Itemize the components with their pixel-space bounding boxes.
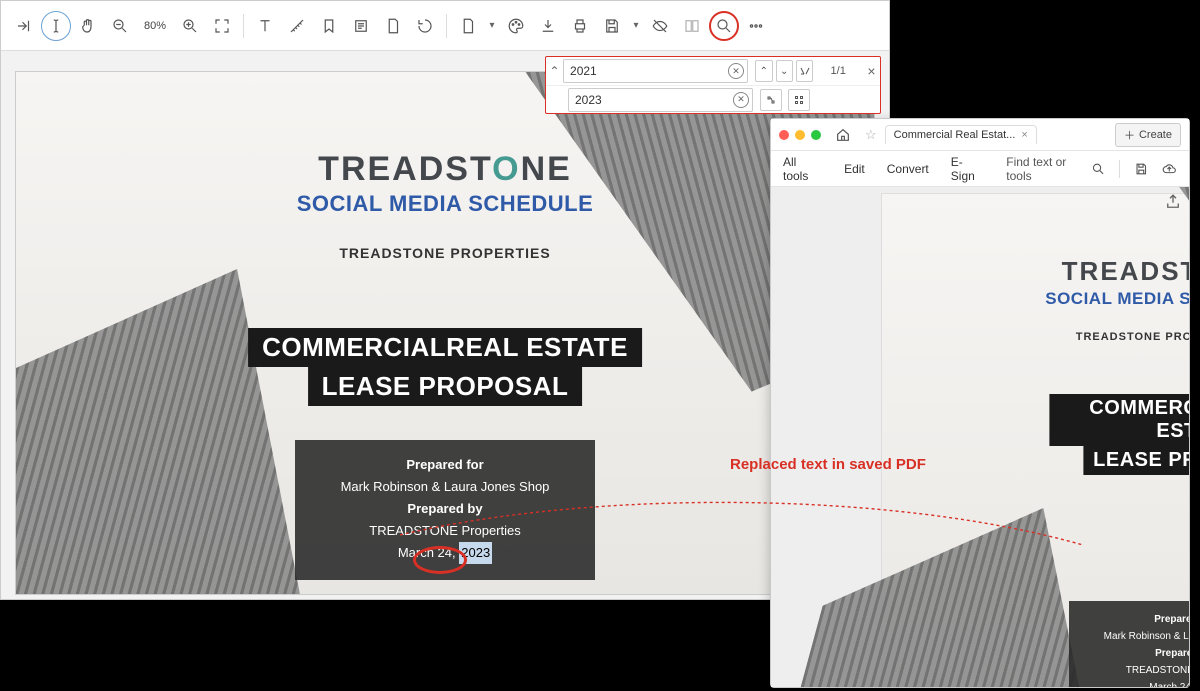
info-box: Prepared for Mark Robinson & Laura Jones… (295, 440, 595, 580)
company-name: TREADSTONE PROPERTIES (1045, 331, 1189, 343)
replace-one-icon[interactable] (760, 89, 782, 111)
fit-page-icon[interactable] (207, 11, 237, 41)
zoom-in-icon[interactable] (175, 11, 205, 41)
settings-icon[interactable] (796, 60, 813, 82)
headline-line-1: COMMERCIALREAL ESTATE (248, 328, 642, 367)
annotation-label: Replaced text in saved PDF (730, 456, 926, 473)
star-icon[interactable]: ☆ (865, 127, 877, 143)
match-count: 1/1 (813, 65, 863, 77)
text-cursor-icon[interactable] (41, 11, 71, 41)
brand-block: TREADSTONE SOCIAL MEDIA SCHEDULE TREADST… (297, 150, 594, 261)
date-prefix: March 24, (1149, 682, 1189, 687)
side-tool-column (1161, 193, 1185, 211)
menu-all-tools[interactable]: All tools (783, 155, 822, 183)
save-icon[interactable] (597, 11, 627, 41)
hand-icon[interactable] (73, 11, 103, 41)
palette-icon[interactable] (501, 11, 531, 41)
document-viewport[interactable]: TREADSTONE SOCIAL MEDIA SCHEDULE TREADST… (15, 71, 875, 595)
replace-input[interactable] (568, 88, 753, 112)
chevron-down-icon[interactable]: ▾ (629, 11, 643, 41)
prev-match-button[interactable]: ⌃ (755, 60, 772, 82)
headline-line-2: LEASE PROPOSAL (1083, 446, 1189, 475)
menu-esign[interactable]: E-Sign (951, 155, 984, 183)
info-box: Prepared for Mark Robinson & Laura Jones… (1069, 601, 1189, 687)
create-button[interactable]: ＋ Create (1115, 123, 1181, 147)
document-headline: COMMERCIALREAL ESTAT LEASE PROPOSAL (1049, 394, 1189, 475)
prepared-for-value: Mark Robinson & Laura Jones Shop (1077, 628, 1189, 645)
prepared-by-label: Prepared by (1077, 645, 1189, 662)
prepared-by-value: TREADSTONE Properties (305, 520, 585, 542)
window-titlebar: ☆ Commercial Real Estat... × ＋ Create (771, 119, 1189, 151)
headline-line-1: COMMERCIALREAL ESTAT (1049, 394, 1189, 446)
prepared-for-value: Mark Robinson & Laura Jones Shop (305, 476, 585, 498)
prepared-by-value: TREADSTONE Properties (1077, 662, 1189, 679)
measure-icon[interactable] (282, 11, 312, 41)
close-tab-icon[interactable]: × (1021, 129, 1027, 141)
document-headline: COMMERCIALREAL ESTATE LEASE PROPOSAL (248, 328, 642, 406)
download-icon[interactable] (533, 11, 563, 41)
replace-all-icon[interactable] (788, 89, 810, 111)
document-page: TREADSTONE SOCIAL MEDIA SCHEDULE TREADST… (881, 193, 1189, 687)
document-date: March 24, 2023 (1077, 679, 1189, 687)
document-date: March 24, 2023 (305, 542, 585, 564)
page-icon[interactable] (378, 11, 408, 41)
rotate-icon[interactable] (410, 11, 440, 41)
search-icon (1091, 161, 1105, 177)
text-tool-icon[interactable] (250, 11, 280, 41)
date-year-highlighted: 2023 (459, 542, 492, 564)
save-disk-icon[interactable] (1134, 161, 1149, 177)
insert-icon[interactable] (9, 11, 39, 41)
panel-icon[interactable] (677, 11, 707, 41)
zoom-window-icon[interactable] (811, 130, 821, 140)
clear-icon[interactable]: ✕ (728, 63, 744, 79)
document-page: TREADSTONE SOCIAL MEDIA SCHEDULE TREADST… (16, 72, 874, 594)
brand-subtitle: SOCIAL MEDIA SCHEDULE (297, 191, 594, 217)
find-replace-panel: ⌃ ✕ ⌃ ⌄ 1/1 × ✕ (545, 56, 881, 114)
create-label: Create (1139, 129, 1172, 141)
find-input[interactable] (563, 59, 748, 83)
tab-title: Commercial Real Estat... (894, 129, 1016, 141)
headline-line-2: LEASE PROPOSAL (308, 367, 583, 406)
brand-name: TREADSTONE (297, 150, 594, 189)
right-pdf-viewer: ☆ Commercial Real Estat... × ＋ Create Al… (770, 118, 1190, 688)
zoom-level[interactable]: 80% (137, 20, 173, 32)
clear-icon[interactable]: ✕ (733, 92, 749, 108)
editor-toolbar: 80% ▾ ▾ (1, 1, 889, 51)
document-tab[interactable]: Commercial Real Estat... × (885, 125, 1037, 144)
menu-convert[interactable]: Convert (887, 162, 929, 176)
visibility-off-icon[interactable] (645, 11, 675, 41)
home-icon[interactable] (835, 127, 851, 143)
next-match-button[interactable]: ⌄ (776, 60, 793, 82)
form-icon[interactable] (346, 11, 376, 41)
search-icon[interactable] (709, 11, 739, 41)
brand-block: TREADSTONE SOCIAL MEDIA SCHEDULE TREADST… (1045, 256, 1189, 343)
close-window-icon[interactable] (779, 130, 789, 140)
document-viewport[interactable]: TREADSTONE SOCIAL MEDIA SCHEDULE TREADST… (771, 187, 1189, 687)
left-pdf-editor: 80% ▾ ▾ ⌃ ✕ ⌃ ⌄ 1/1 (0, 0, 890, 600)
cloud-upload-icon[interactable] (1162, 161, 1177, 177)
close-icon[interactable]: × (863, 63, 880, 79)
menu-edit[interactable]: Edit (844, 162, 865, 176)
chevron-up-icon[interactable]: ⌃ (546, 64, 563, 78)
brand-name: TREADSTONE (1045, 256, 1189, 287)
chevron-down-icon[interactable]: ▾ (485, 11, 499, 41)
print-icon[interactable] (565, 11, 595, 41)
date-prefix: March 24, (398, 545, 456, 560)
minimize-window-icon[interactable] (795, 130, 805, 140)
find-text-field[interactable]: Find text or tools (1006, 155, 1105, 183)
company-name: TREADSTONE PROPERTIES (297, 245, 594, 261)
share-icon[interactable] (1164, 193, 1182, 211)
blank-page-icon[interactable] (453, 11, 483, 41)
search-placeholder: Find text or tools (1006, 155, 1086, 183)
bookmark-icon[interactable] (314, 11, 344, 41)
brand-subtitle: SOCIAL MEDIA SCHEDULE (1045, 289, 1189, 309)
prepared-for-label: Prepared for (305, 454, 585, 476)
prepared-for-label: Prepared for (1077, 611, 1189, 628)
more-icon[interactable] (741, 11, 771, 41)
menubar: All tools Edit Convert E-Sign Find text … (771, 151, 1189, 187)
plus-icon: ＋ (1124, 127, 1135, 143)
traffic-lights[interactable] (779, 130, 821, 140)
prepared-by-label: Prepared by (305, 498, 585, 520)
zoom-out-icon[interactable] (105, 11, 135, 41)
